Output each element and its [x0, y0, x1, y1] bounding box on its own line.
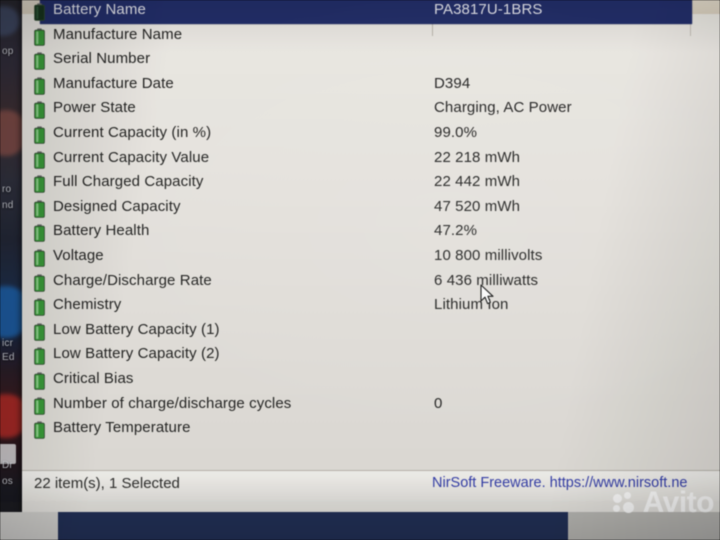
battery-icon	[34, 126, 45, 144]
desktop-icon-label: nd	[2, 200, 14, 211]
battery-icon	[34, 421, 45, 439]
battery-icon	[34, 396, 45, 415]
row-value: 47 520 mWh	[434, 197, 521, 215]
table-row[interactable]: Power State Charging, AC Power	[22, 98, 720, 123]
battery-icon	[34, 224, 45, 243]
row-description: Power State	[53, 99, 136, 117]
table-row[interactable]: Low Battery Capacity (1)	[22, 320, 720, 345]
row-value: 0	[434, 394, 443, 412]
battery-icon	[34, 52, 45, 70]
batteryinfoview-window: Description ⇵ Value Battery NamePA3817U-…	[22, 0, 720, 523]
table-row[interactable]: Critical Bias	[22, 369, 720, 394]
battery-icon	[34, 323, 45, 341]
table-row[interactable]: Battery Name PA3817U-1BRS	[22, 0, 720, 25]
table-row[interactable]: Battery Temperature	[22, 418, 720, 443]
battery-icon	[34, 27, 45, 46]
row-description: Voltage	[53, 246, 104, 264]
battery-icon	[34, 77, 45, 95]
screenshot-root: op ro nd icr Ed Dr os Description ⇵ Valu…	[0, 0, 720, 540]
row-description: Full Charged Capacity	[53, 173, 204, 191]
row-description: Manufacture Date	[53, 74, 174, 92]
table-row[interactable]: Number of charge/discharge cycles 0	[22, 394, 720, 419]
table-row[interactable]: Charge/Discharge Rate 6 436 milliwatts	[22, 271, 720, 296]
row-description: Battery Temperature	[53, 419, 191, 437]
battery-icon	[34, 347, 45, 366]
desktop-icon-label: Dr	[2, 460, 13, 471]
row-value: 99.0%	[434, 124, 478, 141]
table-row[interactable]: Voltage 10 800 millivolts	[22, 246, 720, 271]
row-value: 10 800 millivolts	[434, 247, 543, 264]
row-description: Manufacture Name	[53, 25, 183, 43]
row-value: D394	[434, 74, 471, 92]
row-description: Critical Bias	[53, 370, 134, 387]
battery-icon	[34, 3, 45, 21]
battery-icon	[34, 249, 45, 267]
mouse-cursor-icon	[480, 284, 494, 305]
row-description: Chemistry	[53, 296, 122, 314]
table-row[interactable]: Low Battery Capacity (2)	[22, 344, 720, 369]
desktop-wallpaper-blob	[0, 6, 20, 36]
desktop-icon-label: os	[2, 476, 13, 487]
battery-icon	[34, 175, 45, 193]
taskbar-left-segment[interactable]	[0, 512, 58, 540]
row-description: Designed Capacity	[53, 197, 181, 215]
row-description: Serial Number	[53, 50, 151, 68]
battery-icon	[34, 150, 45, 169]
table-row[interactable]: Chemistry Lithium Ion	[22, 295, 720, 320]
desktop-icon-label: icr	[2, 338, 14, 349]
row-description: Charge/Discharge Rate	[53, 271, 212, 289]
battery-properties-list[interactable]: Battery Name PA3817U-1BRS Manufacture Name…	[22, 0, 720, 470]
desktop-icon-label: op	[2, 46, 14, 57]
battery-icon	[34, 273, 45, 292]
avito-watermark: Avito	[612, 486, 715, 519]
table-row[interactable]: Serial Number	[22, 49, 720, 74]
row-value: 22 442 mWh	[434, 173, 521, 191]
table-row[interactable]: Designed Capacity 47 520 mWh	[22, 197, 720, 222]
row-description: Low Battery Capacity (1)	[53, 320, 220, 338]
row-value: PA3817U-1BRS	[434, 0, 543, 18]
row-description: Number of charge/discharge cycles	[53, 394, 292, 412]
row-description: Battery Health	[53, 222, 150, 240]
battery-icon	[34, 298, 45, 316]
taskbar-active-segment[interactable]	[58, 512, 568, 540]
table-row[interactable]: Battery Health 47.2%	[22, 221, 720, 246]
desktop-icon-label: ro	[2, 184, 12, 195]
battery-icon	[34, 200, 45, 218]
row-value: Lithium Ion	[434, 296, 509, 314]
avito-dots-icon	[612, 492, 639, 514]
row-description: Low Battery Capacity (2)	[53, 345, 220, 363]
avito-wordmark: Avito	[642, 486, 715, 519]
table-row[interactable]: Current Capacity (in %) 99.0%	[22, 123, 720, 148]
row-description: Battery Name	[53, 1, 146, 19]
desktop-icon-label: Ed	[2, 352, 15, 363]
battery-icon	[34, 101, 45, 120]
battery-icon	[34, 372, 45, 390]
row-description: Current Capacity Value	[53, 148, 210, 166]
row-value: 22 218 mWh	[434, 148, 521, 166]
table-row[interactable]: Full Charged Capacity 22 442 mWh	[22, 172, 720, 197]
table-row[interactable]: Manufacture Date D394	[22, 74, 720, 99]
status-item-count: 22 item(s), 1 Selected	[34, 475, 180, 492]
row-value: Charging, AC Power	[434, 99, 572, 117]
table-row[interactable]: Current Capacity Value 22 218 mWh	[22, 148, 720, 173]
row-description: Current Capacity (in %)	[53, 123, 212, 141]
row-value: 47.2%	[434, 222, 478, 240]
table-row[interactable]: Manufacture Name	[22, 25, 720, 50]
